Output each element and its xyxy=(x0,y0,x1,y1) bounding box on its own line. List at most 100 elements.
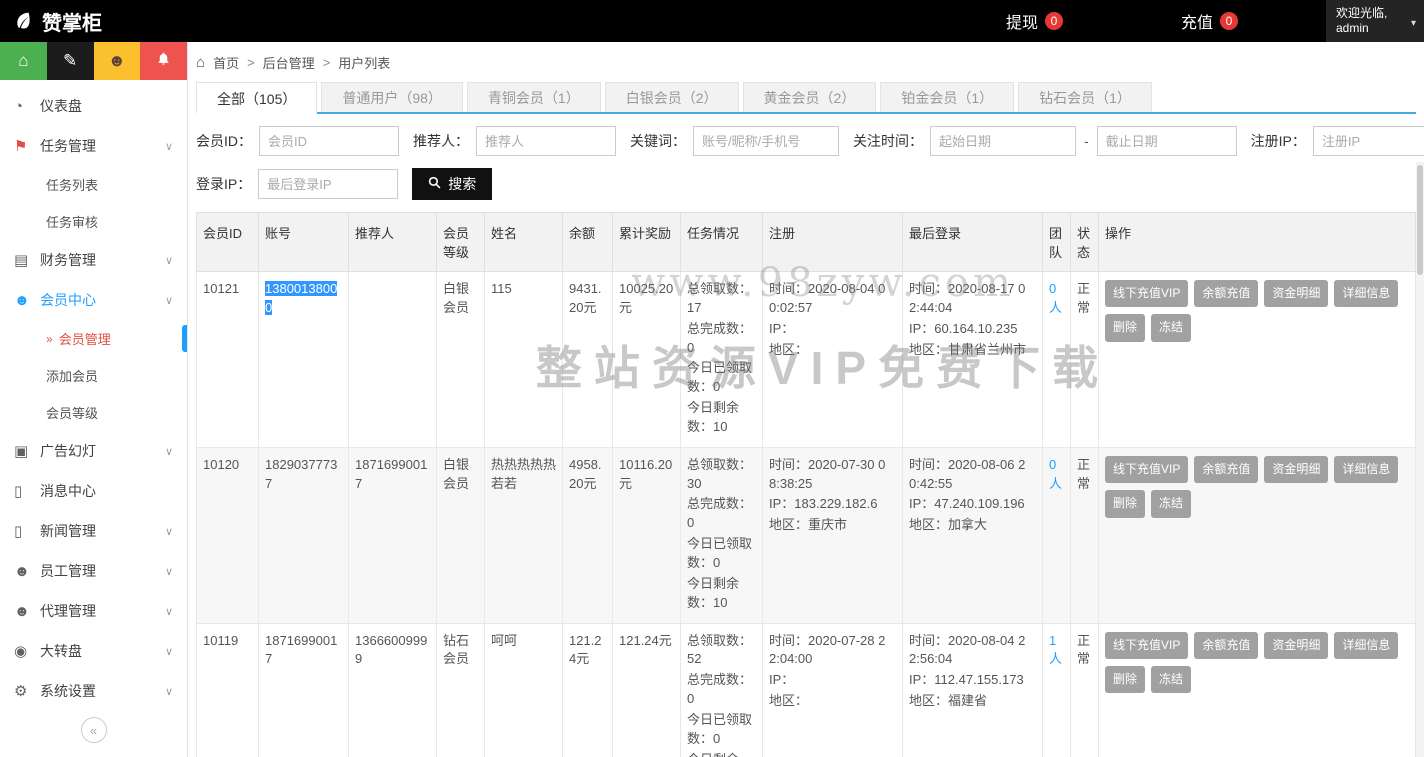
cell-register: 时间：2020-07-28 22:04:00IP：地区： xyxy=(763,623,903,757)
end-date-input[interactable] xyxy=(1097,126,1237,156)
action-button-fund-detail[interactable]: 资金明细 xyxy=(1264,456,1328,483)
action-button-fund-detail[interactable]: 资金明细 xyxy=(1264,280,1328,307)
tab-silver[interactable]: 白银会员（2） xyxy=(605,82,739,112)
action-row-2: 删除冻结 xyxy=(1105,666,1409,700)
action-button-delete[interactable]: 删除 xyxy=(1105,314,1145,341)
action-button-detail-info[interactable]: 详细信息 xyxy=(1334,280,1398,307)
quick-tile-home[interactable]: ⌂ xyxy=(0,42,47,80)
cell-status: 正常 xyxy=(1071,447,1099,623)
task-line: 总领取数：30 xyxy=(687,456,756,494)
task-line: 今日已领取数：0 xyxy=(687,711,756,749)
last-login-line: 时间：2020-08-17 02:44:04 xyxy=(909,280,1036,318)
sidebar-subitem-member-add[interactable]: 添加会员 xyxy=(0,357,187,394)
breadcrumb-separator: > xyxy=(323,55,331,70)
sidebar-submenu-tasks: 任务列表任务审核 xyxy=(0,166,187,240)
brand-logo-icon xyxy=(14,11,34,31)
member-icon: ☻ xyxy=(14,292,40,309)
login-ip-input[interactable] xyxy=(258,169,398,199)
sidebar-item-agents[interactable]: ☻代理管理∨ xyxy=(0,591,187,631)
sidebar-subitem-label: 会员管理 xyxy=(59,329,111,348)
sidebar-item-message-center[interactable]: ▯消息中心 xyxy=(0,471,187,511)
tab-gold[interactable]: 黄金会员（2） xyxy=(743,82,877,112)
sidebar-item-member-center[interactable]: ☻会员中心∨ xyxy=(0,280,187,320)
register-line: 地区：重庆市 xyxy=(769,516,896,535)
action-button-freeze[interactable]: 冻结 xyxy=(1151,666,1191,693)
sidebar-subitem-task-review[interactable]: 任务审核 xyxy=(0,203,187,240)
bell-icon xyxy=(156,51,171,71)
task-line: 今日已领取数：0 xyxy=(687,359,756,397)
tab-bronze[interactable]: 青铜会员（1） xyxy=(467,82,601,112)
sidebar-item-finance[interactable]: ▤财务管理∨ xyxy=(0,240,187,280)
action-row-2: 删除冻结 xyxy=(1105,490,1409,524)
action-button-offline-vip[interactable]: 线下充值VIP xyxy=(1105,456,1188,483)
sidebar-item-dashboard[interactable]: ◔仪表盘 xyxy=(0,86,187,126)
action-button-fund-detail[interactable]: 资金明细 xyxy=(1264,632,1328,659)
column-header: 操作 xyxy=(1099,213,1416,272)
cell-reward: 10025.20元 xyxy=(613,272,681,448)
start-date-input[interactable] xyxy=(930,126,1076,156)
recharge-menu[interactable]: 充值 0 xyxy=(1181,9,1238,33)
team-link[interactable]: 0 人 xyxy=(1049,457,1062,491)
search-button[interactable]: 搜索 xyxy=(412,168,492,200)
tab-normal[interactable]: 普通用户（98） xyxy=(321,82,463,112)
withdraw-menu[interactable]: 提现 0 xyxy=(1006,9,1063,33)
reg-ip-input[interactable] xyxy=(1313,126,1424,156)
breadcrumb: ⌂ 首页 > 后台管理 > 用户列表 xyxy=(196,42,1416,82)
action-button-freeze[interactable]: 冻结 xyxy=(1151,314,1191,341)
tab-all[interactable]: 全部（105） xyxy=(196,82,317,114)
sidebar-quick-icons: ⌂ ✎ ☻ xyxy=(0,42,187,80)
user-dropdown[interactable]: 欢迎光临, admin ▾ xyxy=(1326,0,1424,42)
agent-icon: ☻ xyxy=(14,603,40,620)
cell-team: 1 人 xyxy=(1043,623,1071,757)
sidebar-item-settings[interactable]: ⚙系统设置∨ xyxy=(0,671,187,711)
cell-actions: 线下充值VIP余额充值资金明细详细信息删除冻结 xyxy=(1099,623,1416,757)
scrollbar-thumb[interactable] xyxy=(1417,165,1423,275)
team-link[interactable]: 1 人 xyxy=(1049,633,1062,667)
action-button-offline-vip[interactable]: 线下充值VIP xyxy=(1105,632,1188,659)
sidebar-subitem-member-level[interactable]: 会员等级 xyxy=(0,394,187,431)
task-line: 今日已领取数：0 xyxy=(687,535,756,573)
quick-tile-users[interactable]: ☻ xyxy=(94,42,141,80)
action-button-detail-info[interactable]: 详细信息 xyxy=(1334,632,1398,659)
member-id-input[interactable] xyxy=(259,126,399,156)
staff-icon: ☻ xyxy=(14,563,40,580)
sidebar-collapse-button[interactable]: « xyxy=(81,717,107,743)
tab-platinum[interactable]: 铂金会员（1） xyxy=(880,82,1014,112)
flag-icon: ⚑ xyxy=(14,137,40,155)
cell-referrer: 13666009999 xyxy=(349,623,437,757)
sidebar-item-tasks[interactable]: ⚑任务管理∨ xyxy=(0,126,187,166)
chevron-down-icon: ∨ xyxy=(165,140,173,153)
tab-diamond[interactable]: 钻石会员（1） xyxy=(1018,82,1152,112)
register-line: IP： xyxy=(769,320,896,339)
column-header: 状态 xyxy=(1071,213,1099,272)
breadcrumb-home[interactable]: 首页 xyxy=(213,53,239,72)
task-line: 今日剩余数：10 xyxy=(687,399,756,437)
action-button-balance-recharge[interactable]: 余额充值 xyxy=(1194,632,1258,659)
quick-tile-pencil[interactable]: ✎ xyxy=(47,42,94,80)
last-login-line: IP：47.240.109.196 xyxy=(909,495,1036,514)
finance-icon: ▤ xyxy=(14,251,40,269)
action-button-detail-info[interactable]: 详细信息 xyxy=(1334,456,1398,483)
table-row: 1012113800138000白银会员1159431.20元10025.20元… xyxy=(197,272,1416,448)
sidebar-item-news[interactable]: ▯新闻管理∨ xyxy=(0,511,187,551)
last-login-line: 地区：甘肃省兰州市 xyxy=(909,341,1036,360)
sidebar-item-wheel[interactable]: ◉大转盘∨ xyxy=(0,631,187,671)
sidebar-subitem-task-list[interactable]: 任务列表 xyxy=(0,166,187,203)
breadcrumb-separator: > xyxy=(247,55,255,70)
sidebar-item-staff[interactable]: ☻员工管理∨ xyxy=(0,551,187,591)
sidebar-subitem-member-manage[interactable]: »会员管理 xyxy=(0,320,187,357)
action-button-balance-recharge[interactable]: 余额充值 xyxy=(1194,280,1258,307)
action-button-delete[interactable]: 删除 xyxy=(1105,490,1145,517)
pencil-icon: ✎ xyxy=(63,51,77,71)
action-button-offline-vip[interactable]: 线下充值VIP xyxy=(1105,280,1188,307)
action-button-delete[interactable]: 删除 xyxy=(1105,666,1145,693)
breadcrumb-admin[interactable]: 后台管理 xyxy=(263,53,315,72)
action-button-balance-recharge[interactable]: 余额充值 xyxy=(1194,456,1258,483)
quick-tile-bell[interactable] xyxy=(140,42,187,80)
chevron-down-icon: ∨ xyxy=(165,565,173,578)
action-button-freeze[interactable]: 冻结 xyxy=(1151,490,1191,517)
team-link[interactable]: 0 人 xyxy=(1049,281,1062,315)
referrer-input[interactable] xyxy=(476,126,616,156)
keyword-input[interactable] xyxy=(693,126,839,156)
sidebar-item-ad-slides[interactable]: ▣广告幻灯∨ xyxy=(0,431,187,471)
